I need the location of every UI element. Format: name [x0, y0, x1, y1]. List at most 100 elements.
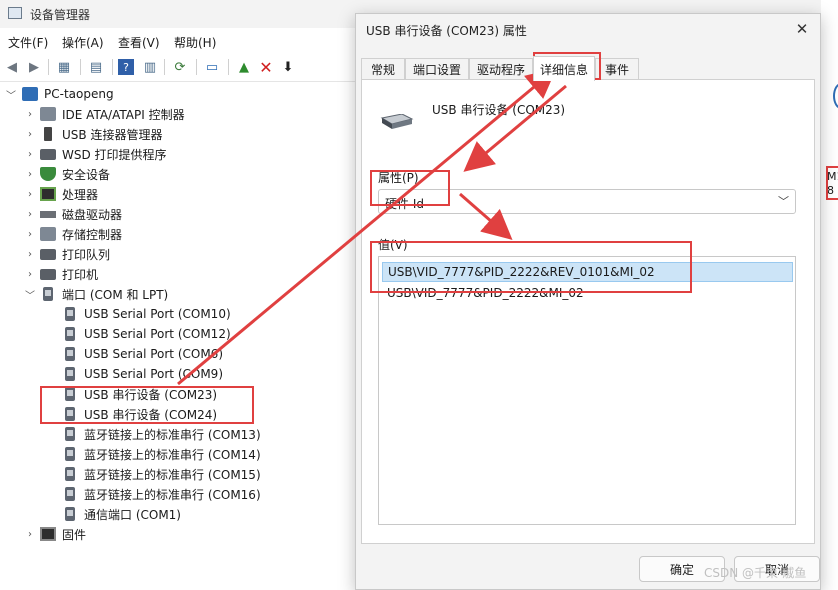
- serial-port-icon: [65, 467, 75, 481]
- tree-category[interactable]: › 磁盘驱动器: [0, 204, 122, 224]
- port-item[interactable]: USB Serial Port (COM6): [62, 344, 223, 364]
- menu-file[interactable]: 文件(F): [8, 34, 48, 51]
- tree-category[interactable]: › 处理器: [0, 184, 98, 204]
- tree-category-label: USB 连接器管理器: [62, 127, 163, 142]
- serial-port-icon: [65, 487, 75, 501]
- port-item[interactable]: 蓝牙链接上的标准串行 (COM15): [62, 464, 261, 484]
- tree-category-label: 安全设备: [62, 167, 111, 182]
- back-icon[interactable]: ◀: [2, 57, 22, 77]
- chevron-right-icon[interactable]: ›: [25, 169, 35, 180]
- port-item[interactable]: USB Serial Port (COM10): [62, 304, 231, 324]
- chevron-right-icon[interactable]: ›: [25, 109, 35, 120]
- tree-category-label: 打印队列: [62, 247, 111, 262]
- value-list[interactable]: USB\VID_7777&PID_2222&REV_0101&MI_02 USB…: [378, 256, 796, 525]
- chevron-down-icon[interactable]: ﹀: [25, 287, 35, 302]
- scan-hardware-icon[interactable]: ▭: [202, 57, 222, 77]
- port-item[interactable]: 蓝牙链接上的标准串行 (COM16): [62, 484, 261, 504]
- enable-device-icon[interactable]: ▲: [234, 57, 254, 77]
- usb-icon: [44, 127, 52, 141]
- port-item[interactable]: 蓝牙链接上的标准串行 (COM14): [62, 444, 261, 464]
- tree-category-label: 固件: [62, 527, 87, 542]
- serial-port-icon: [65, 367, 75, 381]
- chevron-down-icon: ﹀: [778, 195, 789, 208]
- tree-root-label: PC-taopeng: [44, 87, 114, 101]
- chevron-right-icon[interactable]: ›: [25, 269, 35, 280]
- disk-drive-icon: [40, 210, 56, 218]
- forward-icon[interactable]: ▶: [24, 57, 44, 77]
- chevron-right-icon[interactable]: ›: [25, 129, 35, 140]
- security-device-icon: [40, 167, 56, 181]
- processor-icon: [40, 187, 56, 201]
- chevron-down-icon[interactable]: ﹀: [6, 87, 16, 102]
- tree-category[interactable]: › IDE ATA/ATAPI 控制器: [0, 104, 185, 124]
- serial-port-icon: [65, 427, 75, 441]
- download-icon[interactable]: ⬇: [278, 57, 298, 77]
- tree-category[interactable]: › 存储控制器: [0, 224, 122, 244]
- serial-port-icon: [65, 447, 75, 461]
- tree-category[interactable]: › 打印机: [0, 264, 98, 284]
- tab-events[interactable]: 事件: [595, 58, 639, 80]
- menu-action[interactable]: 操作(A): [62, 34, 104, 51]
- serial-port-icon: [65, 507, 75, 521]
- tab-details[interactable]: 详细信息: [533, 56, 595, 81]
- device-tree: ﹀ PC-taopeng › IDE ATA/ATAPI 控制器 › USB 连…: [0, 84, 355, 590]
- port-label: USB Serial Port (COM9): [84, 367, 223, 381]
- tree-category[interactable]: › 打印队列: [0, 244, 110, 264]
- port-label: 通信端口 (COM1): [84, 507, 181, 522]
- help-icon[interactable]: ?: [118, 59, 134, 75]
- tab-bar: 常规 端口设置 驱动程序 详细信息 事件: [361, 56, 815, 81]
- view-icon[interactable]: ▥: [140, 57, 160, 77]
- port-label: USB Serial Port (COM12): [84, 327, 231, 341]
- device-manager-icon: [8, 7, 22, 19]
- properties-icon[interactable]: ▤: [86, 57, 106, 77]
- port-label: 蓝牙链接上的标准串行 (COM13): [84, 427, 261, 442]
- update-driver-icon[interactable]: ⟳: [170, 57, 190, 77]
- port-label: USB Serial Port (COM6): [84, 347, 223, 361]
- uninstall-icon[interactable]: ✕: [256, 57, 276, 77]
- tree-category[interactable]: › 安全设备: [0, 164, 110, 184]
- tree-category-label: 打印机: [62, 267, 99, 282]
- tree-category-label: IDE ATA/ATAPI 控制器: [62, 107, 185, 122]
- ide-controller-icon: [40, 107, 56, 121]
- tree-root[interactable]: ﹀ PC-taopeng: [0, 84, 114, 104]
- menu-view[interactable]: 查看(V): [118, 34, 160, 51]
- tree-category-ports[interactable]: ﹀ 端口 (COM 和 LPT): [0, 284, 168, 304]
- port-item[interactable]: USB Serial Port (COM12): [62, 324, 231, 344]
- dialog-title: USB 串行设备 (COM23) 属性: [366, 24, 527, 38]
- usb-device-icon: [380, 114, 414, 129]
- tab-port-settings[interactable]: 端口设置: [405, 58, 469, 80]
- chevron-right-icon[interactable]: ›: [25, 209, 35, 220]
- computer-icon: [22, 87, 38, 101]
- watermark: CSDN @千束-戚鱼: [704, 566, 807, 580]
- menu-help[interactable]: 帮助(H): [174, 34, 216, 51]
- chevron-right-icon[interactable]: ›: [25, 149, 35, 160]
- printer-icon: [40, 268, 56, 280]
- port-item[interactable]: 通信端口 (COM1): [62, 504, 181, 524]
- tree-category-label: WSD 打印提供程序: [62, 147, 167, 162]
- print-queue-icon: [40, 248, 56, 260]
- tree-category[interactable]: › WSD 打印提供程序: [0, 144, 167, 164]
- tree-category[interactable]: › 固件: [0, 524, 86, 544]
- chevron-right-icon[interactable]: ›: [25, 249, 35, 260]
- tab-driver[interactable]: 驱动程序: [469, 58, 533, 80]
- firmware-icon: [40, 527, 56, 541]
- show-hide-tree-icon[interactable]: ▦: [54, 57, 74, 77]
- port-label: 蓝牙链接上的标准串行 (COM16): [84, 487, 261, 502]
- serial-port-icon: [65, 307, 75, 321]
- tree-category-label: 处理器: [62, 187, 99, 202]
- chevron-right-icon[interactable]: ›: [25, 189, 35, 200]
- tab-general[interactable]: 常规: [361, 58, 405, 80]
- port-item[interactable]: USB Serial Port (COM9): [62, 364, 223, 384]
- tree-category-label: 存储控制器: [62, 227, 123, 242]
- chevron-right-icon[interactable]: ›: [25, 229, 35, 240]
- port-label: USB Serial Port (COM10): [84, 307, 231, 321]
- chevron-right-icon[interactable]: ›: [25, 529, 35, 540]
- close-button[interactable]: ✕: [790, 18, 814, 40]
- port-item[interactable]: 蓝牙链接上的标准串行 (COM13): [62, 424, 261, 444]
- printer-icon: [40, 148, 56, 160]
- tree-category[interactable]: › USB 连接器管理器: [0, 124, 162, 144]
- serial-port-icon: [65, 347, 75, 361]
- device-name: USB 串行设备 (COM23): [432, 103, 566, 117]
- port-icon: [43, 287, 53, 301]
- storage-controller-icon: [40, 227, 56, 241]
